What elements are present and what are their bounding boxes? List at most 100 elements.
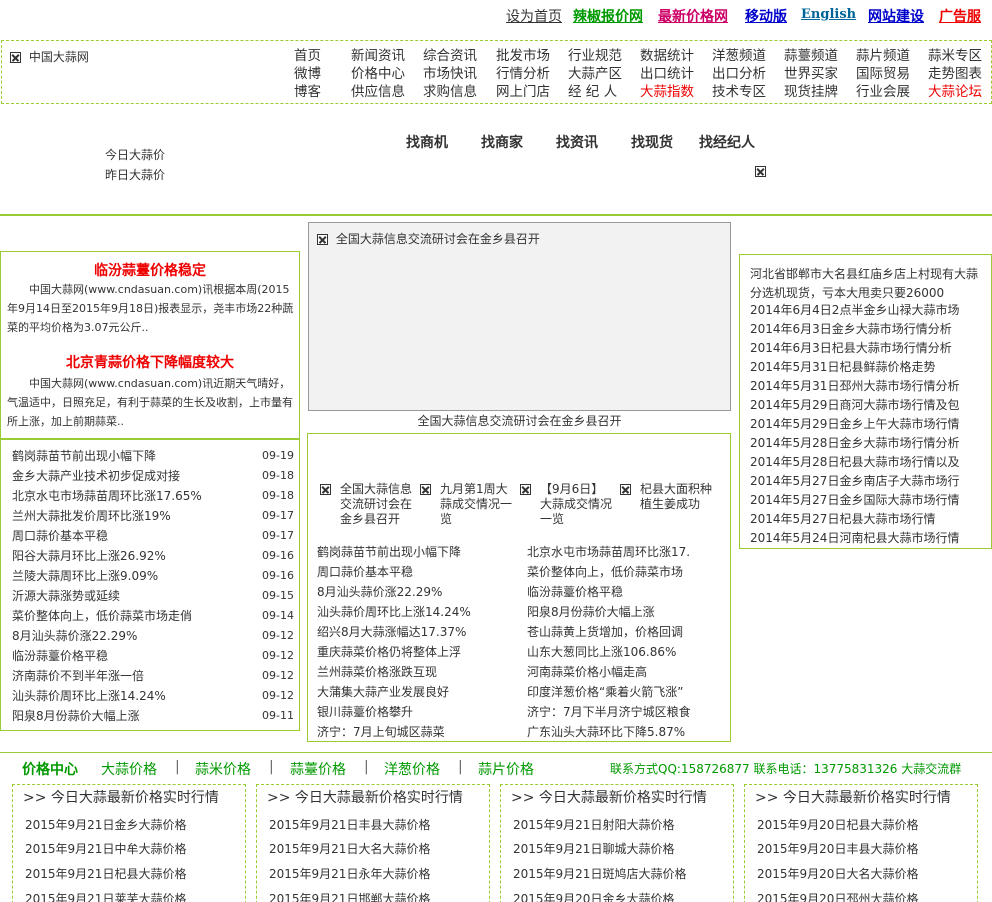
list-item[interactable]: 金乡大蒜产业技术初步促成对接 09-18 — [12, 466, 294, 486]
nav-item[interactable]: 蒜米专区 — [928, 47, 982, 65]
list-item[interactable]: 2015年9月21日射阳大蒜价格 — [513, 817, 674, 833]
thumb-item[interactable]: 杞县大面积种植生姜成功 — [620, 482, 712, 526]
site-building-link[interactable]: 网站建设 — [868, 6, 924, 26]
tab-find-broker[interactable]: 找经纪人 — [699, 132, 755, 152]
nav-item[interactable]: 批发市场 — [496, 47, 550, 65]
english-link[interactable]: English — [801, 7, 856, 22]
list-item[interactable]: 北京水屯市场蒜苗周环比涨17.65% 09-18 — [12, 486, 294, 506]
photo-caption[interactable]: 全国大蒜信息交流研讨会在金乡县召开 — [308, 413, 731, 429]
tab-find-news[interactable]: 找资讯 — [556, 132, 598, 152]
list-item[interactable]: 银川蒜薹价格攀升 — [317, 702, 517, 722]
list-item[interactable]: 2015年9月21日永年大蒜价格 — [269, 866, 430, 882]
list-item[interactable]: 兰州蒜菜价格涨跌互现 — [317, 662, 517, 682]
tab-garlic-price[interactable]: 大蒜价格 — [101, 759, 157, 779]
list-item[interactable]: 2015年9月21日邯郸大蒜价格 — [269, 891, 430, 902]
nav-item[interactable]: 蒜薹频道 — [784, 47, 838, 65]
list-item[interactable]: 2014年6月3日金乡大蒜市场行情分析 — [750, 320, 990, 339]
list-item[interactable]: 大蒲集大蒜产业发展良好 — [317, 682, 517, 702]
nav-item[interactable]: 技术专区 — [712, 83, 766, 101]
list-item[interactable]: 2015年9月21日杞县大蒜价格 — [25, 866, 186, 882]
list-item[interactable]: 2015年9月21日莱芜大蒜价格 — [25, 891, 186, 902]
list-item[interactable]: 鹤岗蒜苗节前出现小幅下降 — [317, 542, 517, 562]
nav-item[interactable]: 出口统计 — [640, 65, 694, 83]
tab-garlic-shoot-price[interactable]: 蒜薹价格 — [290, 759, 346, 779]
nav-item[interactable]: 综合资讯 — [423, 47, 477, 65]
tab-find-opportunity[interactable]: 找商机 — [406, 132, 448, 152]
list-item[interactable]: 兰州大蒜批发价周环比涨19% 09-17 — [12, 506, 294, 526]
list-item[interactable]: 2014年5月29日金乡上午大蒜市场行情 — [750, 415, 990, 434]
nav-item-forum[interactable]: 大蒜论坛 — [928, 83, 982, 101]
list-item[interactable]: 2014年5月31日邳州大蒜市场行情分析 — [750, 377, 990, 396]
list-item[interactable]: 8月汕头蒜价涨22.29% — [317, 582, 517, 602]
nav-item[interactable]: 微博 — [294, 65, 321, 83]
list-item[interactable]: 2015年9月20日杞县大蒜价格 — [757, 817, 918, 833]
list-item[interactable]: 2014年5月27日金乡南店子大蒜市场行 — [750, 472, 990, 491]
nav-item[interactable]: 博客 — [294, 83, 321, 101]
list-item[interactable]: 8月汕头蒜价涨22.29% 09-12 — [12, 626, 294, 646]
pepper-price-link[interactable]: 辣椒报价网 — [573, 6, 643, 26]
nav-item[interactable]: 世界买家 — [784, 65, 838, 83]
article-title[interactable]: 北京青蒜价格下降幅度较大 — [1, 352, 299, 372]
nav-item[interactable]: 新闻资讯 — [351, 47, 405, 65]
article-title[interactable]: 临汾蒜薹价格稳定 — [1, 260, 299, 280]
list-item[interactable]: 2015年9月21日聊城大蒜价格 — [513, 841, 674, 857]
site-logo[interactable]: 中国大蒜网 — [10, 48, 89, 65]
list-item[interactable]: 2015年9月21日中牟大蒜价格 — [25, 841, 186, 857]
list-item[interactable]: 鹤岗蒜苗节前出现小幅下降 09-19 — [12, 446, 294, 466]
list-item[interactable]: 2014年5月28日金乡大蒜市场行情分析 — [750, 434, 990, 453]
list-item[interactable]: 阳泉8月份蒜价大幅上涨 — [527, 602, 727, 622]
nav-item[interactable]: 大蒜产区 — [568, 65, 622, 83]
list-item[interactable]: 印度洋葱价格“乘着火箭飞涨” — [527, 682, 727, 702]
nav-item[interactable]: 国际贸易 — [856, 65, 910, 83]
nav-item[interactable]: 求购信息 — [423, 83, 477, 101]
nav-item[interactable]: 数据统计 — [640, 47, 694, 65]
list-item[interactable]: 北京水屯市场蒜苗周环比涨17. — [527, 542, 727, 562]
list-item[interactable]: 阳泉8月份蒜价大幅上涨 09-11 — [12, 706, 294, 726]
list-item[interactable]: 2014年6月3日杞县大蒜市场行情分析 — [750, 339, 990, 358]
nav-item[interactable]: 行业会展 — [856, 83, 910, 101]
nav-item[interactable]: 现货挂牌 — [784, 83, 838, 101]
tab-garlic-flake-price[interactable]: 蒜片价格 — [478, 759, 534, 779]
list-item[interactable]: 重庆蒜菜价格仍将整体上浮 — [317, 642, 517, 662]
nav-item[interactable]: 出口分析 — [712, 65, 766, 83]
list-item[interactable]: 2014年5月24日河南杞县大蒜市场行情 — [750, 529, 990, 548]
featured-photo[interactable]: 全国大蒜信息交流研讨会在金乡县召开 — [308, 222, 731, 411]
nav-item[interactable]: 网上门店 — [496, 83, 550, 101]
ad-service-link[interactable]: 广告服 — [939, 6, 981, 26]
thumb-item[interactable]: 全国大蒜信息交流研讨会在金乡县召开 — [320, 482, 412, 526]
list-item[interactable]: 2015年9月21日金乡大蒜价格 — [25, 817, 186, 833]
list-item[interactable]: 2015年9月21日丰县大蒜价格 — [269, 817, 430, 833]
list-item[interactable]: 2014年5月29日商河大蒜市场行情及包 — [750, 396, 990, 415]
list-item[interactable]: 汕头蒜价周环比上涨14.24% 09-12 — [12, 686, 294, 706]
tab-onion-price[interactable]: 洋葱价格 — [384, 759, 440, 779]
thumb-item[interactable]: 【9月6日】大蒜成交情况一览 — [520, 482, 612, 526]
list-item[interactable]: 菜价整体向上，低价蒜菜市场走俏 09-14 — [12, 606, 294, 626]
list-item[interactable]: 河南蒜菜价格小幅走高 — [527, 662, 727, 682]
nav-item[interactable]: 行情分析 — [496, 65, 550, 83]
yesterday-price-link[interactable]: 昨日大蒜价 — [105, 166, 165, 183]
list-item[interactable]: 济宁：7月上旬城区蒜菜 — [317, 722, 517, 742]
list-item[interactable]: 2015年9月21日大名大蒜价格 — [269, 841, 430, 857]
lead-ad[interactable]: 河北省邯郸市大名县红庙乡店上村现有大蒜分选机现货，亏本大甩卖只要26000 — [750, 265, 986, 303]
list-item[interactable]: 济南蒜价不到半年涨一倍 09-12 — [12, 666, 294, 686]
list-item[interactable]: 2015年9月21日斑鸠店大蒜价格 — [513, 866, 686, 882]
list-item[interactable]: 2015年9月20日大名大蒜价格 — [757, 866, 918, 882]
list-item[interactable]: 2015年9月20日丰县大蒜价格 — [757, 841, 918, 857]
set-homepage-link[interactable]: 设为首页 — [506, 6, 562, 26]
list-item[interactable]: 山东大葱同比上涨106.86% — [527, 642, 727, 662]
list-item[interactable]: 济宁：7月下半月济宁城区粮食 — [527, 702, 727, 722]
list-item[interactable]: 2014年5月27日金乡国际大蒜市场行情 — [750, 491, 990, 510]
list-item[interactable]: 临汾蒜薹价格平稳 — [527, 582, 727, 602]
list-item[interactable]: 2014年5月27日杞县大蒜市场行情 — [750, 510, 990, 529]
nav-item-garlic-index[interactable]: 大蒜指数 — [640, 83, 694, 101]
list-item[interactable]: 周口蒜价基本平稳 — [317, 562, 517, 582]
list-item[interactable]: 兰陵大蒜周环比上涨9.09% 09-16 — [12, 566, 294, 586]
nav-item[interactable]: 供应信息 — [351, 83, 405, 101]
today-price-link[interactable]: 今日大蒜价 — [105, 146, 165, 163]
list-item[interactable]: 2015年9月20日金乡大蒜价格 — [513, 891, 674, 902]
list-item[interactable]: 广东汕头大蒜环比下降5.87% — [527, 722, 727, 742]
price-center-title[interactable]: 价格中心 — [22, 759, 78, 779]
list-item[interactable]: 临汾蒜薹价格平稳 09-12 — [12, 646, 294, 666]
nav-item[interactable]: 行业规范 — [568, 47, 622, 65]
list-item[interactable]: 绍兴8月大蒜涨幅达17.37% — [317, 622, 517, 642]
